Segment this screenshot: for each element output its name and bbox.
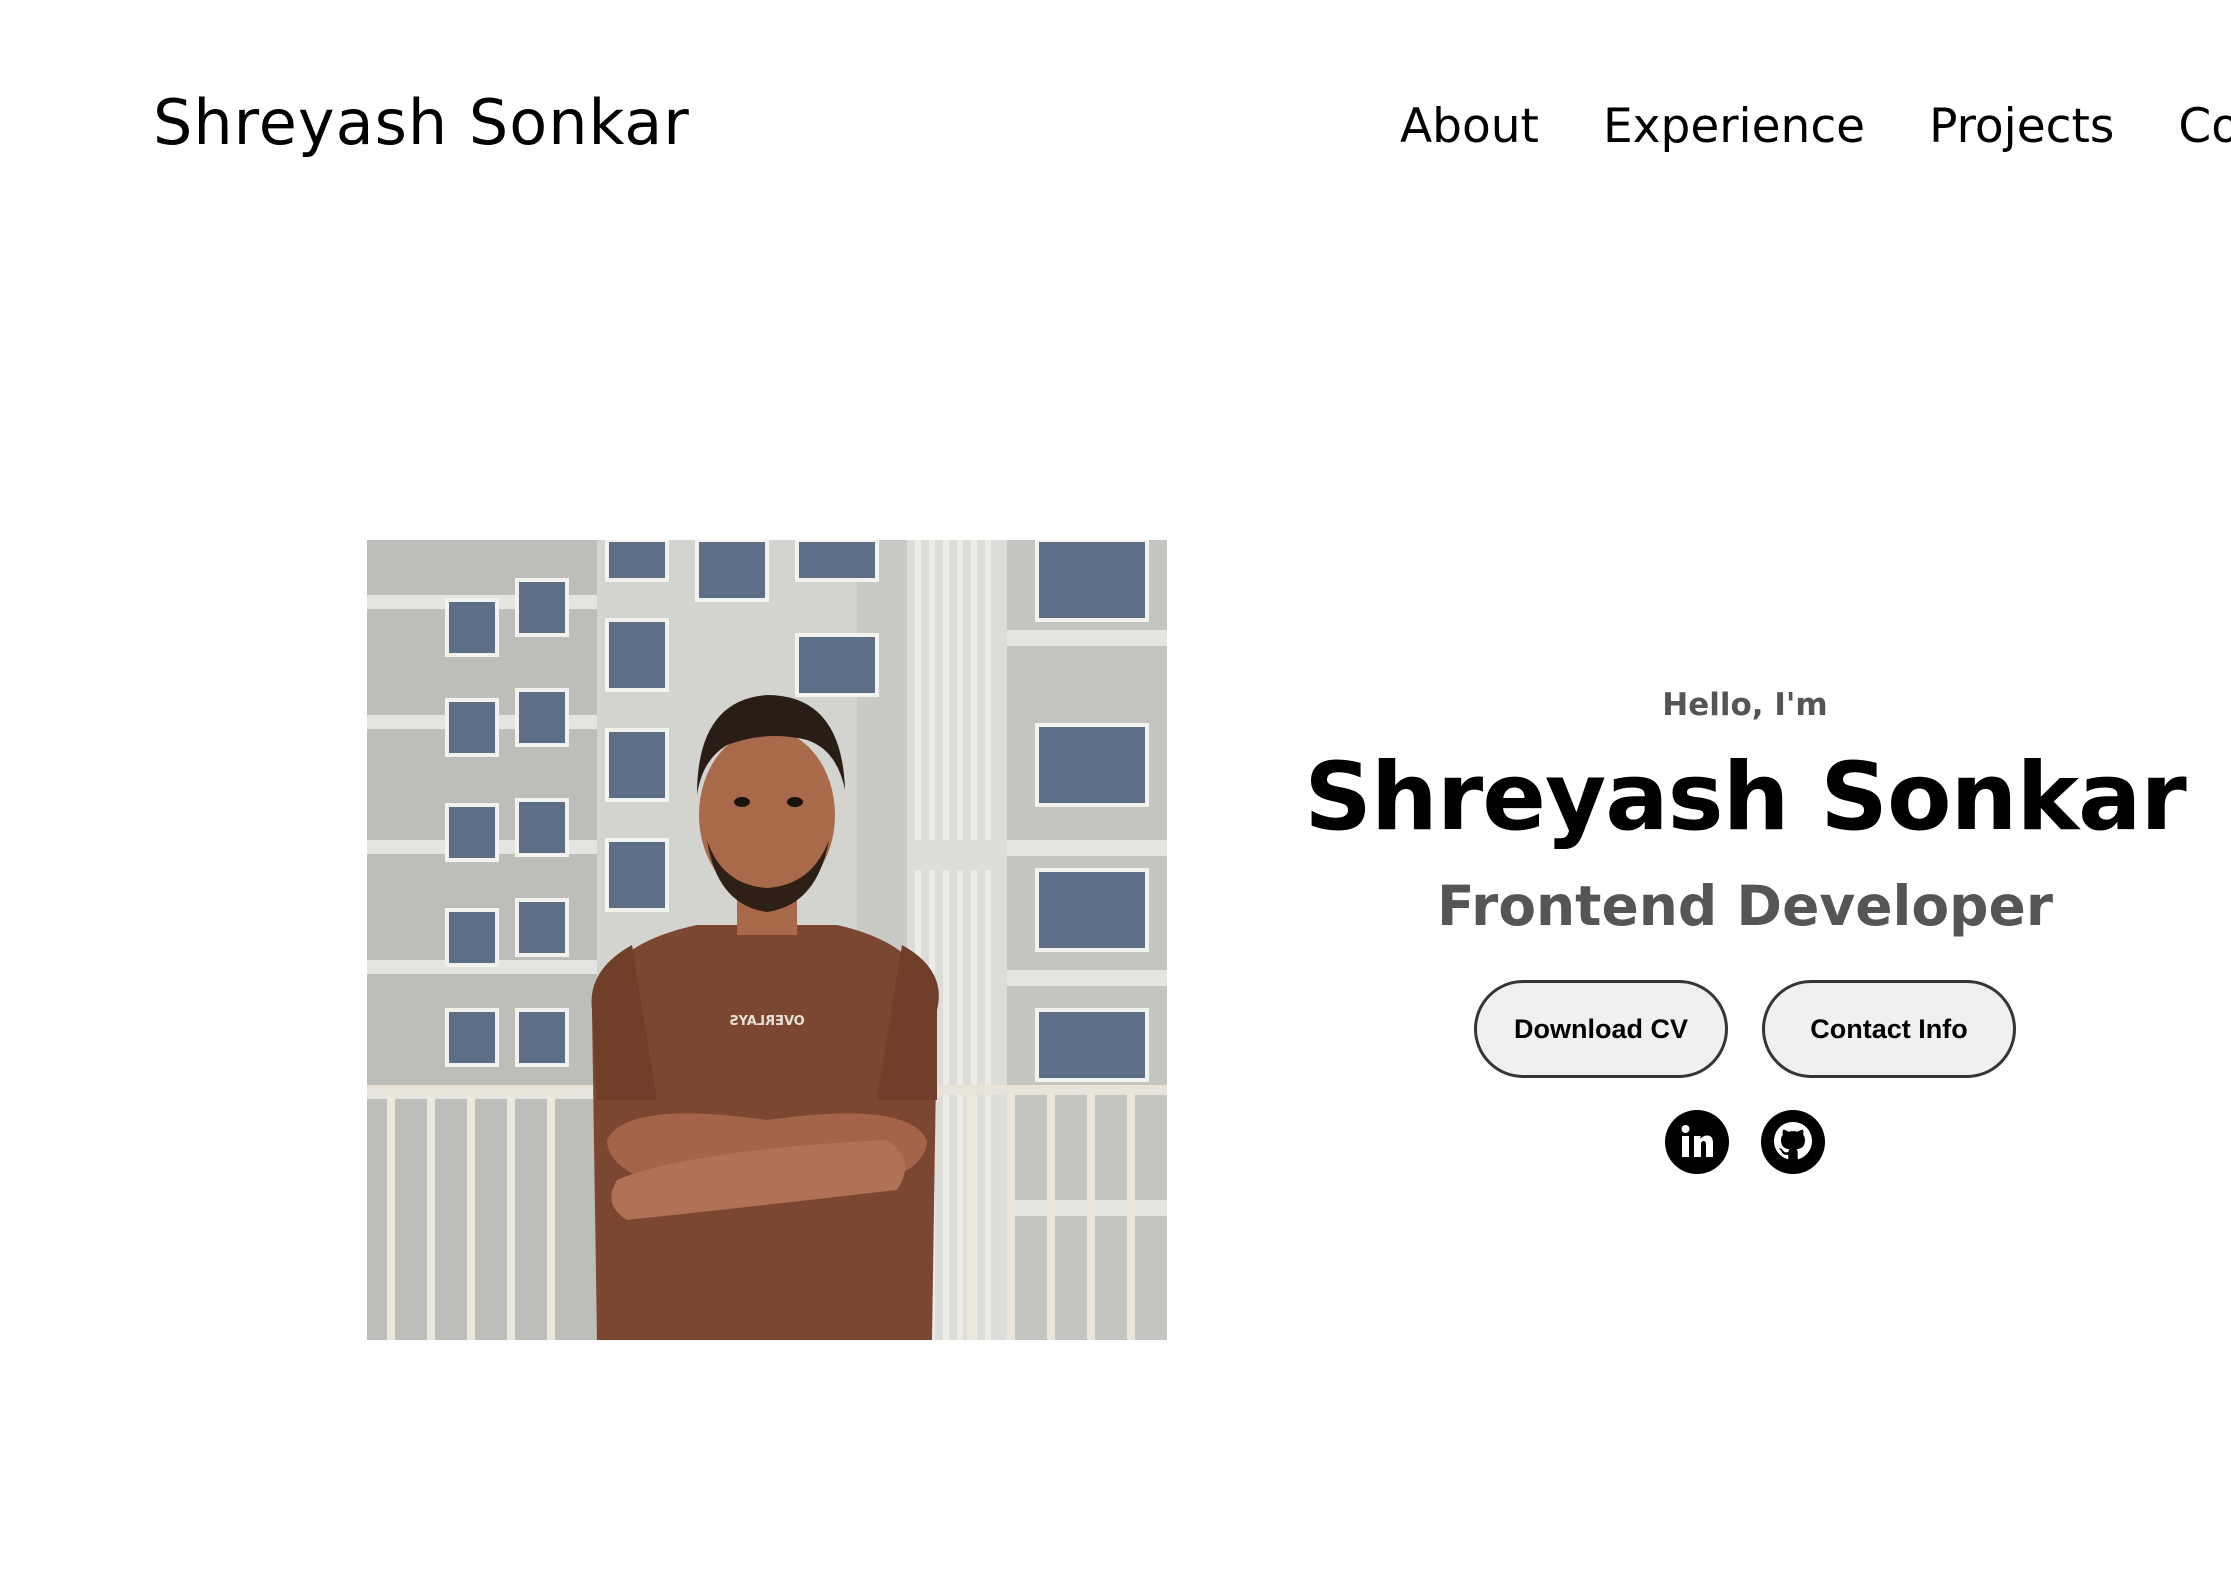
download-cv-button[interactable]: Download CV [1474,980,1728,1078]
nav-link-contact[interactable]: Contact [2178,103,2231,150]
top-nav: About Experience Projects Contact [1400,103,2231,150]
linkedin-icon[interactable] [1665,1110,1729,1174]
portfolio-page: Shreyash Sonkar About Experience Project… [0,0,2231,1595]
contact-info-button[interactable]: Contact Info [1762,980,2016,1078]
nav-link-projects[interactable]: Projects [1929,103,2114,150]
social-links [1290,1110,2200,1174]
hero-buttons: Download CV Contact Info [1290,980,2200,1078]
hero-section: Hello, I'm Shreyash Sonkar Frontend Deve… [1290,690,2200,1174]
shirt-text: OVERLAYS [729,1014,805,1029]
greeting-text: Hello, I'm [1662,687,1828,723]
site-logo[interactable]: Shreyash Sonkar [153,92,690,154]
github-icon[interactable] [1761,1110,1825,1174]
hero-name: Shreyash Sonkar [1304,743,2187,852]
hero-role: Frontend Developer [1437,874,2053,938]
profile-photo: OVERLAYS [367,540,1167,1340]
nav-link-experience[interactable]: Experience [1603,103,1865,150]
nav-link-about[interactable]: About [1400,103,1539,150]
